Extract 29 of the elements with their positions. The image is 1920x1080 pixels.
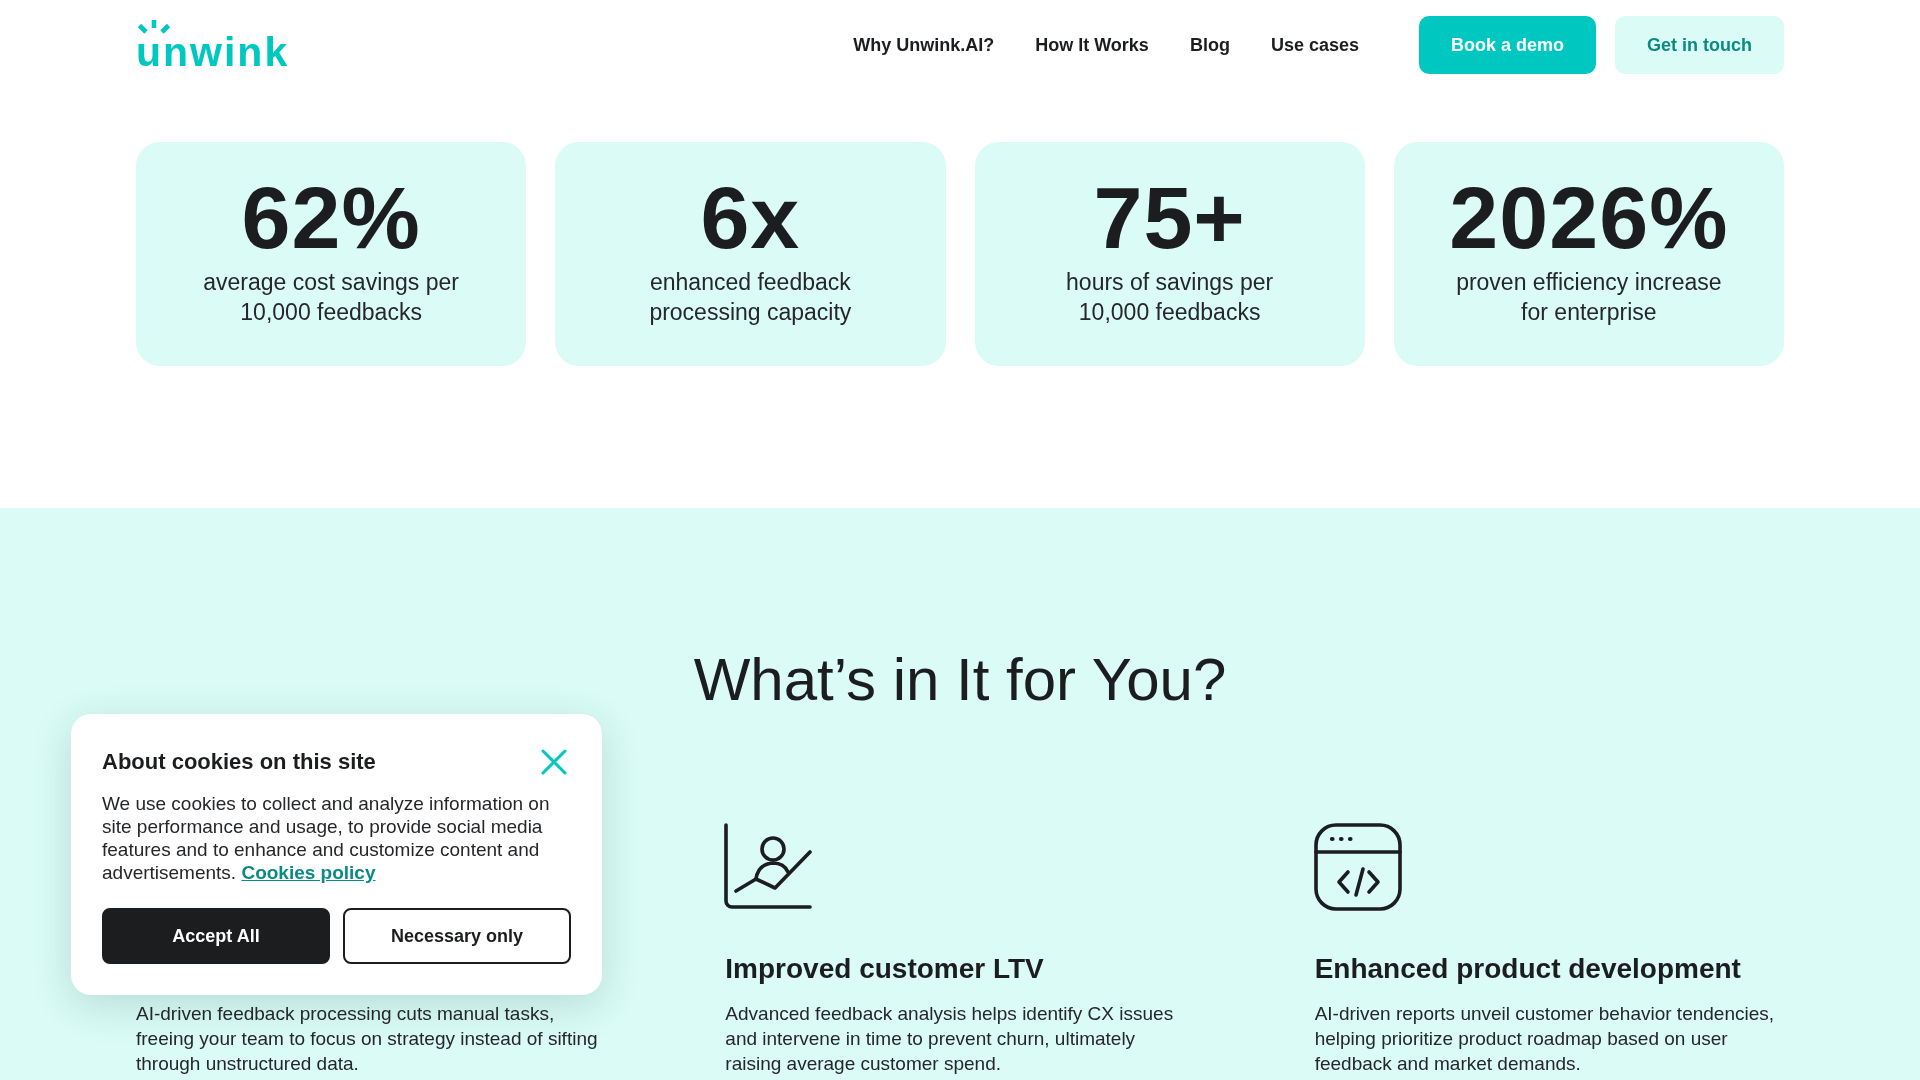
stat-value: 62%	[241, 172, 421, 264]
code-window-icon	[1313, 823, 1402, 911]
rays-icon	[137, 19, 171, 36]
cookie-button[interactable]: Necessary only	[343, 908, 571, 964]
chart-person-icon	[724, 823, 813, 911]
stat-caption: hours of savings per 10,000 feedbacks	[1065, 268, 1275, 327]
nav-link[interactable]: Why Unwink.AI?	[853, 34, 995, 56]
close-button[interactable]	[541, 749, 567, 775]
stat-value: 6x	[700, 172, 801, 264]
cookie-text: We use cookies to collect and analyze information on site performance and usage, to provide social media features and to enhance and customize content and advertisements. Cookies policy	[102, 792, 551, 884]
cookie-button[interactable]: Accept All	[102, 908, 330, 964]
section-title: What’s in It for You?	[693, 645, 1227, 715]
close-icon	[541, 749, 567, 775]
cookies-policy-link[interactable]: Cookies policy	[241, 862, 376, 883]
nav-link[interactable]: Blog	[1189, 34, 1230, 56]
stat-value: 2026%	[1449, 172, 1729, 264]
feature-text: AI-driven feedback processing cuts manual tasks, freeing your team to focus on strategy instead of sifting through unstructured data.	[136, 1002, 599, 1076]
stat-caption: proven efficiency increase for enterprise	[1455, 268, 1723, 327]
stat-value: 75+	[1093, 172, 1246, 264]
feature-heading: Enhanced product development	[1314, 952, 1741, 986]
nav-link[interactable]: Use cases	[1270, 34, 1359, 56]
feature-text: AI-driven reports unveil customer behavior tendencies, helping prioritize product roadmap based on user feedback and market demands.	[1314, 1002, 1776, 1076]
contact-button[interactable]: Get in touch	[1615, 16, 1784, 74]
feature-text: Advanced feedback analysis helps identify CX issues and intervene in time to prevent churn, ultimately raising average customer spend.	[725, 1002, 1175, 1076]
feature-heading: Improved customer LTV	[725, 952, 1044, 986]
stat-caption: enhanced feedback processing capacity	[648, 268, 853, 327]
stat-caption: average cost savings per 10,000 feedbacks	[202, 268, 460, 327]
dialog-title: About cookies on this site	[102, 748, 376, 776]
nav-link[interactable]: How It Works	[1035, 34, 1149, 56]
